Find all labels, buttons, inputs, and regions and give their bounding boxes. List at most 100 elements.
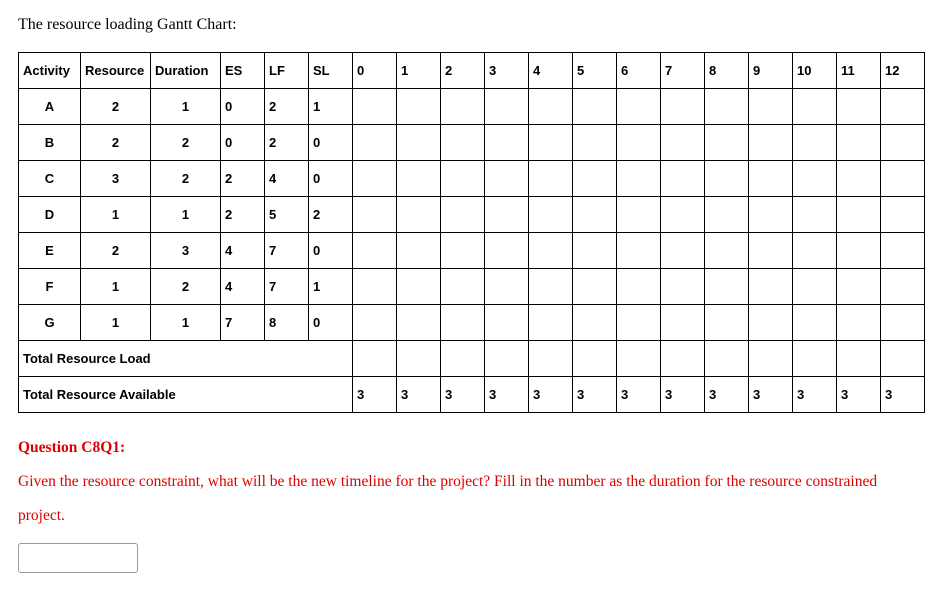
avail-cell: 3 <box>793 377 837 413</box>
avail-cell: 3 <box>353 377 397 413</box>
cell-resource: 1 <box>81 197 151 233</box>
cell-lf: 4 <box>265 161 309 197</box>
avail-cell: 3 <box>837 377 881 413</box>
gantt-cell <box>353 89 397 125</box>
total-load-label: Total Resource Load <box>19 341 353 377</box>
cell-lf: 7 <box>265 233 309 269</box>
cell-es: 4 <box>221 269 265 305</box>
load-cell <box>661 341 705 377</box>
col-es: ES <box>221 53 265 89</box>
gantt-cell <box>485 161 529 197</box>
gantt-cell <box>441 305 485 341</box>
cell-es: 0 <box>221 125 265 161</box>
gantt-cell <box>397 197 441 233</box>
gantt-cell <box>397 89 441 125</box>
answer-input[interactable] <box>18 543 138 573</box>
gantt-cell <box>705 89 749 125</box>
cell-sl: 1 <box>309 269 353 305</box>
gantt-cell <box>573 269 617 305</box>
col-t10: 10 <box>793 53 837 89</box>
cell-resource: 1 <box>81 269 151 305</box>
col-t9: 9 <box>749 53 793 89</box>
cell-es: 0 <box>221 89 265 125</box>
gantt-cell <box>353 305 397 341</box>
gantt-cell <box>661 125 705 161</box>
total-load-row: Total Resource Load <box>19 341 925 377</box>
cell-activity: F <box>19 269 81 305</box>
cell-lf: 2 <box>265 125 309 161</box>
col-activity: Activity <box>19 53 81 89</box>
gantt-cell <box>529 305 573 341</box>
cell-duration: 2 <box>151 125 221 161</box>
table-row: C32240 <box>19 161 925 197</box>
table-row: G11780 <box>19 305 925 341</box>
avail-cell: 3 <box>397 377 441 413</box>
gantt-cell <box>529 125 573 161</box>
avail-cell: 3 <box>573 377 617 413</box>
cell-es: 7 <box>221 305 265 341</box>
gantt-cell <box>617 233 661 269</box>
gantt-table: Activity Resource Duration ES LF SL 0 1 … <box>18 52 925 413</box>
gantt-cell <box>573 305 617 341</box>
gantt-cell <box>573 233 617 269</box>
header-row: Activity Resource Duration ES LF SL 0 1 … <box>19 53 925 89</box>
gantt-cell <box>397 233 441 269</box>
col-t5: 5 <box>573 53 617 89</box>
page-title: The resource loading Gantt Chart: <box>18 16 920 34</box>
load-cell <box>793 341 837 377</box>
load-cell <box>881 341 925 377</box>
cell-duration: 3 <box>151 233 221 269</box>
avail-cell: 3 <box>485 377 529 413</box>
gantt-cell <box>617 161 661 197</box>
table-row: B22020 <box>19 125 925 161</box>
gantt-cell <box>485 305 529 341</box>
col-t6: 6 <box>617 53 661 89</box>
col-lf: LF <box>265 53 309 89</box>
gantt-cell <box>441 197 485 233</box>
gantt-cell <box>617 89 661 125</box>
cell-es: 2 <box>221 161 265 197</box>
avail-cell: 3 <box>705 377 749 413</box>
gantt-cell <box>749 125 793 161</box>
cell-activity: G <box>19 305 81 341</box>
gantt-cell <box>353 161 397 197</box>
gantt-cell <box>661 305 705 341</box>
cell-resource: 2 <box>81 233 151 269</box>
cell-resource: 2 <box>81 89 151 125</box>
gantt-cell <box>661 161 705 197</box>
col-t1: 1 <box>397 53 441 89</box>
col-t12: 12 <box>881 53 925 89</box>
gantt-cell <box>573 161 617 197</box>
gantt-cell <box>353 233 397 269</box>
gantt-cell <box>749 89 793 125</box>
cell-es: 4 <box>221 233 265 269</box>
col-t7: 7 <box>661 53 705 89</box>
col-duration: Duration <box>151 53 221 89</box>
gantt-cell <box>353 197 397 233</box>
col-t8: 8 <box>705 53 749 89</box>
gantt-cell <box>837 161 881 197</box>
gantt-cell <box>441 161 485 197</box>
gantt-cell <box>881 161 925 197</box>
gantt-cell <box>397 161 441 197</box>
gantt-cell <box>353 269 397 305</box>
col-sl: SL <box>309 53 353 89</box>
gantt-cell <box>441 125 485 161</box>
gantt-cell <box>573 197 617 233</box>
gantt-cell <box>397 269 441 305</box>
cell-lf: 7 <box>265 269 309 305</box>
cell-duration: 1 <box>151 305 221 341</box>
cell-es: 2 <box>221 197 265 233</box>
gantt-cell <box>881 233 925 269</box>
avail-cell: 3 <box>881 377 925 413</box>
gantt-cell <box>617 269 661 305</box>
cell-lf: 8 <box>265 305 309 341</box>
cell-resource: 3 <box>81 161 151 197</box>
gantt-cell <box>793 233 837 269</box>
gantt-cell <box>705 269 749 305</box>
gantt-cell <box>837 89 881 125</box>
cell-resource: 1 <box>81 305 151 341</box>
gantt-cell <box>617 305 661 341</box>
question-title: Question C8Q1: <box>18 431 920 465</box>
gantt-cell <box>793 89 837 125</box>
